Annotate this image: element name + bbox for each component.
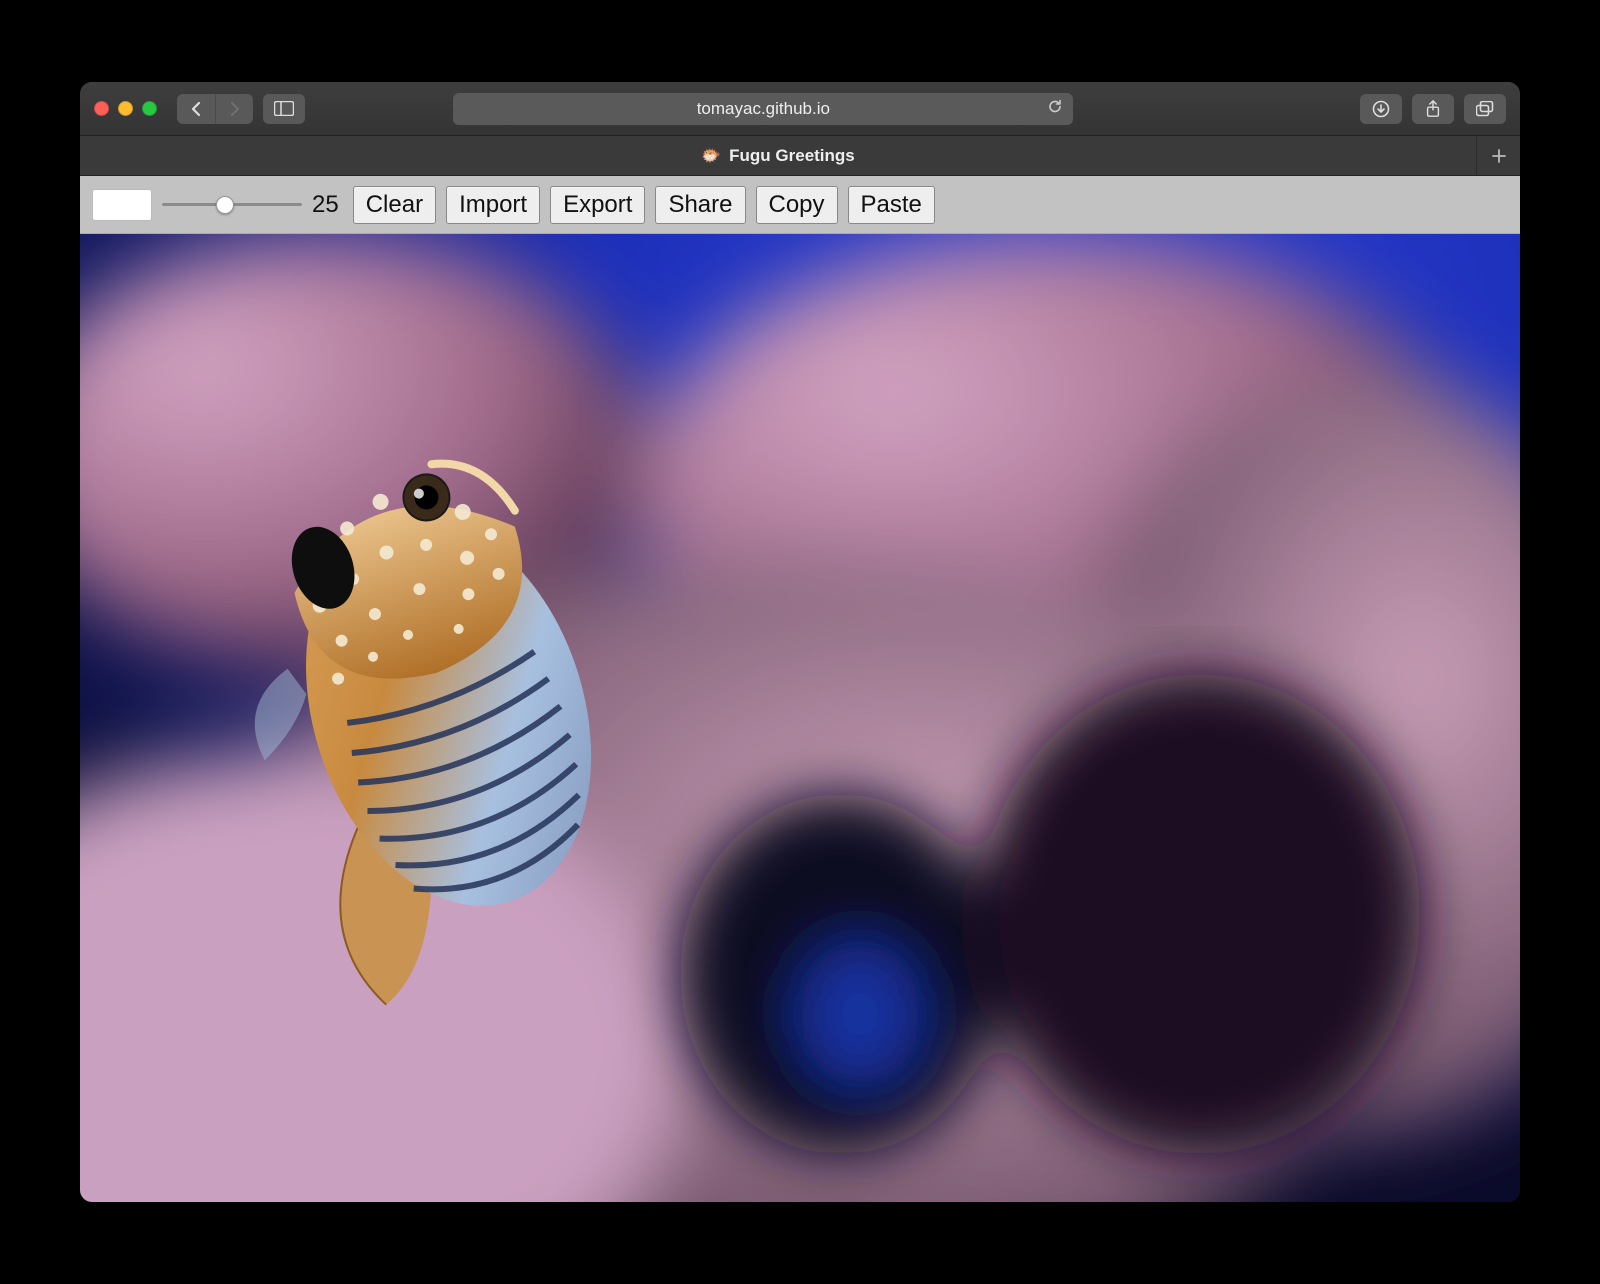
new-tab-button[interactable] — [1476, 136, 1520, 175]
browser-window: tomayac.github.io 🐡 Fugu Greetings — [80, 82, 1520, 1202]
window-controls — [94, 101, 157, 116]
downloads-button[interactable] — [1360, 94, 1402, 124]
sidebar-toggle-button[interactable] — [263, 94, 305, 124]
reload-icon[interactable] — [1047, 98, 1063, 119]
slider-thumb[interactable] — [216, 196, 234, 214]
import-button[interactable]: Import — [446, 186, 540, 224]
tab-fugu-greetings[interactable]: 🐡 Fugu Greetings — [80, 136, 1476, 175]
right-toolbar-group — [1360, 94, 1506, 124]
color-picker[interactable] — [92, 189, 152, 221]
paste-button[interactable]: Paste — [848, 186, 935, 224]
url-text: tomayac.github.io — [697, 99, 830, 119]
forward-button[interactable] — [215, 94, 253, 124]
titlebar: tomayac.github.io — [80, 82, 1520, 136]
brush-size-slider[interactable] — [162, 193, 302, 217]
copy-button[interactable]: Copy — [756, 186, 838, 224]
app-toolbar: 25 Clear Import Export Share Copy Paste — [80, 176, 1520, 234]
share-button[interactable] — [1412, 94, 1454, 124]
share-app-button[interactable]: Share — [655, 186, 745, 224]
fullscreen-window-button[interactable] — [142, 101, 157, 116]
tab-title: Fugu Greetings — [729, 146, 855, 166]
close-window-button[interactable] — [94, 101, 109, 116]
clear-button[interactable]: Clear — [353, 186, 436, 224]
export-button[interactable]: Export — [550, 186, 645, 224]
brush-size-value: 25 — [312, 191, 339, 219]
nav-buttons — [177, 94, 253, 124]
back-button[interactable] — [177, 94, 215, 124]
drawing-canvas[interactable] — [80, 234, 1520, 1202]
minimize-window-button[interactable] — [118, 101, 133, 116]
address-bar[interactable]: tomayac.github.io — [453, 93, 1073, 125]
favicon-icon: 🐡 — [701, 146, 721, 166]
tab-bar: 🐡 Fugu Greetings — [80, 136, 1520, 176]
tabs-overview-button[interactable] — [1464, 94, 1506, 124]
